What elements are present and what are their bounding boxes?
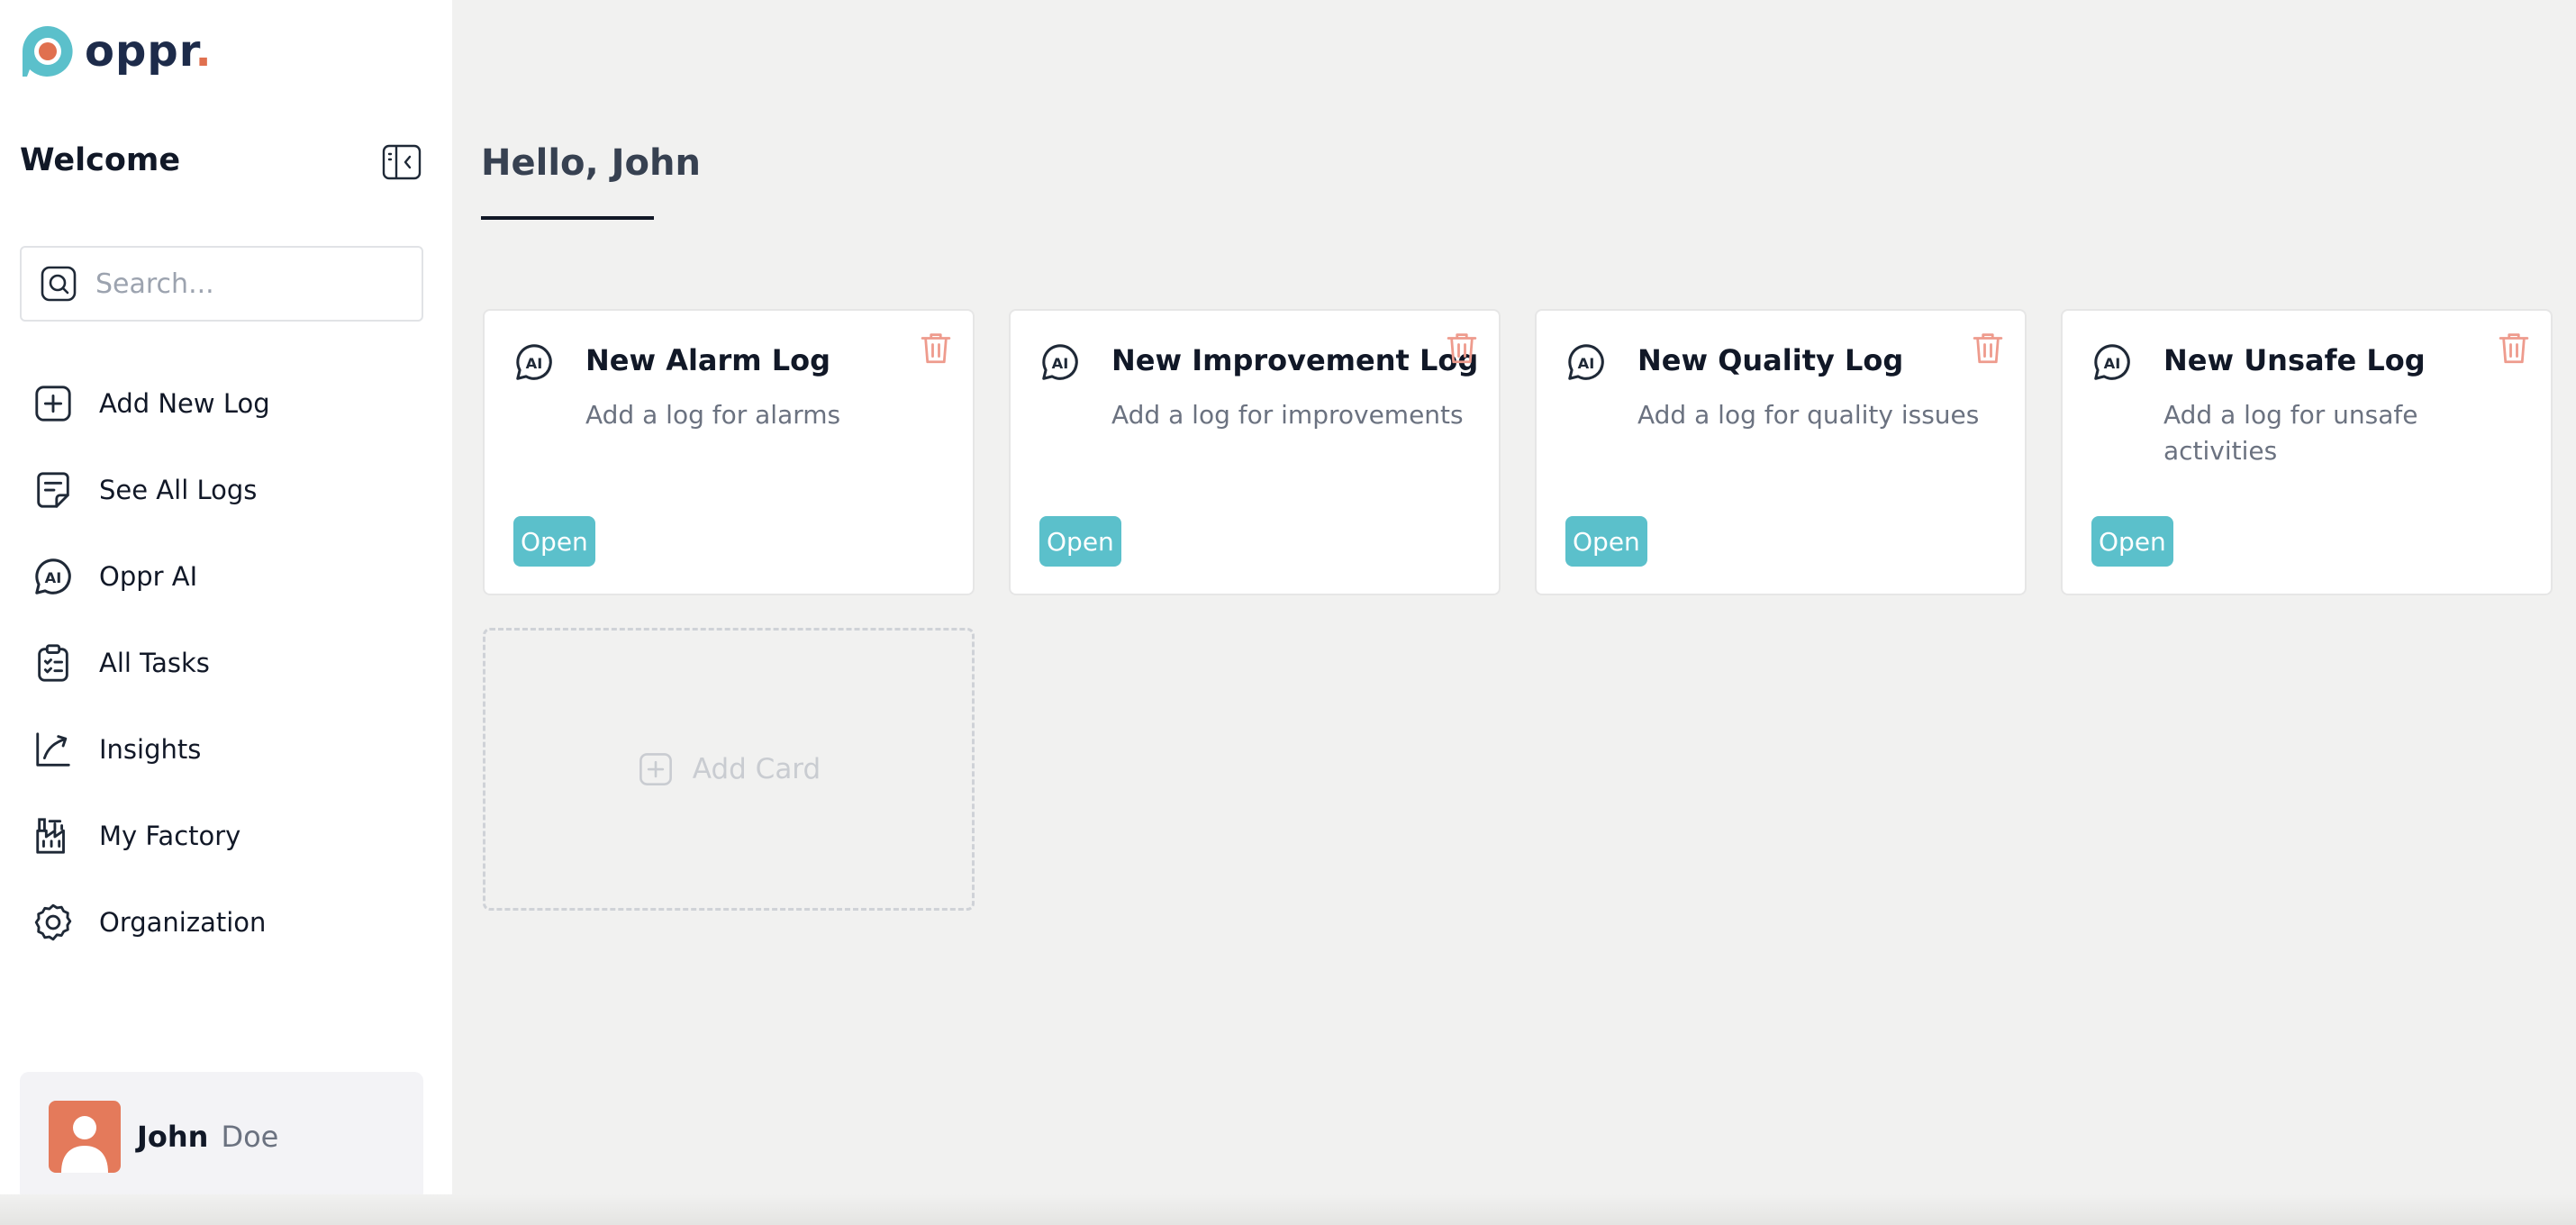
avatar	[49, 1101, 121, 1173]
ai-chat-icon	[513, 341, 555, 383]
sidebar-item-label: Oppr AI	[99, 561, 198, 592]
oppr-logo[interactable]: oppr.	[20, 23, 213, 79]
plus-square-icon	[35, 386, 71, 422]
sidebar-item-organization[interactable]: Organization	[32, 879, 270, 966]
user-profile[interactable]: John Doe	[20, 1072, 423, 1202]
card-description: Add a log for improvements	[1111, 400, 1464, 430]
card-description: Add a log for unsafe activities	[2163, 400, 2418, 466]
log-card-alarm: New Alarm Log Add a log for alarms Open	[483, 309, 975, 595]
sidebar-title: Welcome	[20, 142, 181, 178]
card-description: Add a log for alarms	[585, 400, 841, 430]
sidebar-item-label: My Factory	[99, 821, 241, 851]
logo-wordmark: oppr	[85, 26, 195, 77]
sidebar-item-my-factory[interactable]: My Factory	[32, 793, 270, 879]
ai-chat-icon	[2091, 341, 2133, 383]
sidebar-item-label: Organization	[99, 907, 267, 938]
sidebar-item-oppr-ai[interactable]: Oppr AI	[32, 533, 270, 620]
search-input[interactable]	[94, 267, 404, 301]
ai-chat-icon	[1039, 341, 1081, 383]
open-button[interactable]: Open	[513, 516, 595, 567]
title-underline	[481, 216, 654, 220]
sidebar-item-label: Add New Log	[99, 388, 270, 419]
add-card-button[interactable]: Add Card	[483, 628, 975, 911]
search-box[interactable]	[20, 246, 423, 322]
trash-icon[interactable]	[2495, 327, 2533, 368]
card-title: New Unsafe Log	[2163, 343, 2426, 377]
page-title: Hello, John	[481, 142, 701, 184]
trash-icon[interactable]	[1969, 327, 2007, 368]
sidebar-item-all-tasks[interactable]: All Tasks	[32, 620, 270, 706]
plus-square-icon	[639, 753, 672, 785]
sidebar-item-label: All Tasks	[99, 648, 210, 678]
clipboard-checklist-icon	[38, 644, 68, 682]
trash-icon[interactable]	[1443, 327, 1481, 368]
card-description: Add a log for quality issues	[1637, 400, 1980, 430]
open-button[interactable]: Open	[2091, 516, 2173, 567]
log-card-quality: New Quality Log Add a log for quality is…	[1535, 309, 2027, 595]
sidebar: oppr. Welcome Add New Log	[0, 0, 452, 1225]
sidebar-nav: Add New Log See All Logs Oppr AI All Tas…	[32, 360, 270, 966]
card-title: New Quality Log	[1637, 343, 1904, 377]
oppr-logo-icon	[23, 26, 73, 77]
collapse-sidebar-icon[interactable]	[382, 144, 422, 180]
logo-dot: .	[195, 26, 213, 77]
add-card-label: Add Card	[692, 753, 821, 785]
user-icon	[61, 1116, 108, 1173]
card-title: New Alarm Log	[585, 343, 831, 377]
gear-icon	[34, 903, 72, 941]
bottom-shadow	[0, 1194, 2576, 1225]
open-button[interactable]: Open	[1039, 516, 1121, 567]
sidebar-item-label: Insights	[99, 734, 202, 765]
factory-icon	[36, 818, 65, 854]
log-card-unsafe: New Unsafe Log Add a log for unsafe acti…	[2061, 309, 2553, 595]
card-title: New Improvement Log	[1111, 343, 1479, 377]
document-icon	[37, 472, 69, 508]
search-icon	[41, 266, 77, 302]
ai-chat-icon	[32, 556, 74, 597]
user-last-name: Doe	[221, 1120, 279, 1154]
logo-text: oppr.	[85, 26, 213, 77]
log-card-improvement: New Improvement Log Add a log for improv…	[1009, 309, 1501, 595]
open-button[interactable]: Open	[1565, 516, 1647, 567]
sidebar-item-add-new-log[interactable]: Add New Log	[32, 360, 270, 447]
sidebar-item-label: See All Logs	[99, 475, 258, 505]
sidebar-item-insights[interactable]: Insights	[32, 706, 270, 793]
ai-chat-icon	[1565, 341, 1607, 383]
trash-icon[interactable]	[917, 327, 955, 368]
trend-arrow-icon	[36, 732, 70, 767]
user-first-name: John	[137, 1120, 209, 1154]
sidebar-item-see-all-logs[interactable]: See All Logs	[32, 447, 270, 533]
